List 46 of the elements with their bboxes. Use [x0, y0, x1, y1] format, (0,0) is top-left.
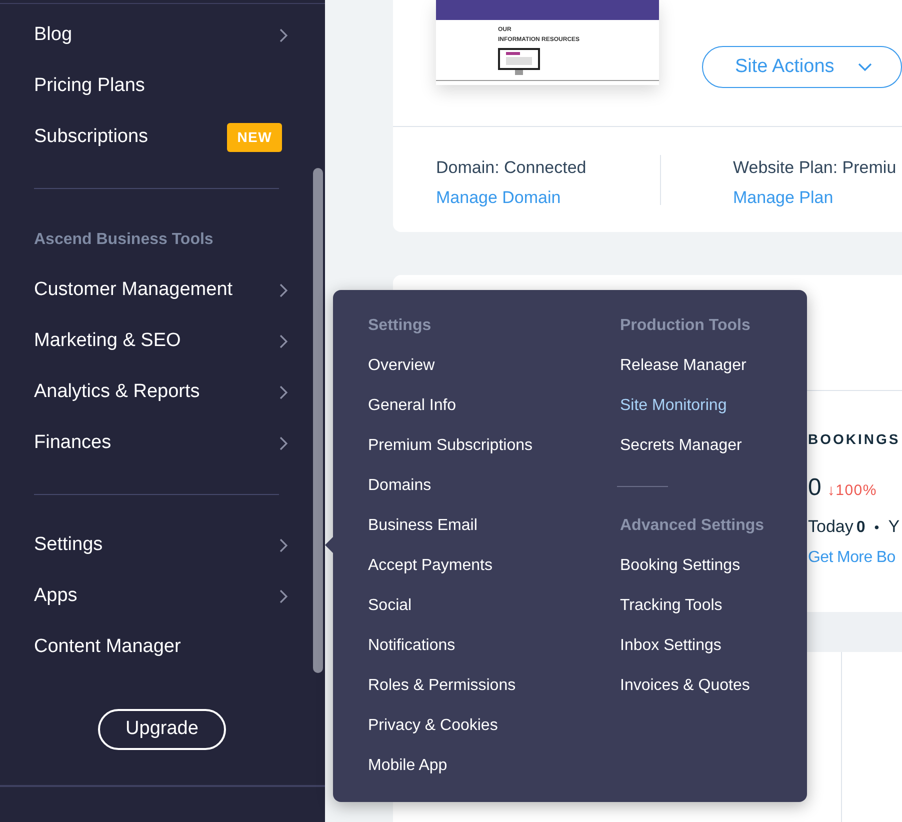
- menu-item[interactable]: Subscriptions: [34, 123, 148, 152]
- menu-item[interactable]: Roles & Permissions: [368, 674, 516, 698]
- menu-item[interactable]: Finances: [34, 429, 112, 458]
- menu-section-title: Production Tools: [620, 316, 750, 336]
- menu-item[interactable]: Privacy & Cookies: [368, 714, 498, 738]
- menu-item[interactable]: Marketing & SEO: [34, 327, 181, 356]
- menu-item[interactable]: Settings: [34, 531, 103, 560]
- monitor-icon: [498, 48, 540, 76]
- bookings-title: BOOKINGS: [808, 430, 902, 449]
- menu-item[interactable]: Inbox Settings: [620, 634, 722, 658]
- menu-item[interactable]: Domains: [368, 474, 432, 498]
- menu-item[interactable]: Pricing Plans: [34, 72, 145, 101]
- menu-item[interactable]: Analytics & Reports: [34, 378, 200, 407]
- new-badge: NEW: [227, 123, 282, 152]
- menu-item[interactable]: Release Manager: [620, 354, 746, 378]
- menu-item[interactable]: Site Monitoring: [620, 394, 727, 418]
- status-text: Website Plan: Premiu: [733, 157, 896, 179]
- menu-item[interactable]: Content Manager: [34, 633, 181, 662]
- section-title: Ascend Business Tools: [34, 230, 214, 250]
- menu-item[interactable]: Premium Subscriptions: [368, 434, 532, 458]
- menu-item[interactable]: Business Email: [368, 514, 478, 538]
- scrollbar-thumb[interactable]: [313, 168, 323, 673]
- chevron-down-icon: [858, 62, 872, 72]
- menu-item[interactable]: Tracking Tools: [620, 594, 722, 618]
- menu-item[interactable]: Secrets Manager: [620, 434, 742, 458]
- today-value: 0: [856, 518, 866, 538]
- menu-item[interactable]: Customer Management: [34, 276, 233, 305]
- menu-section-title: Advanced Settings: [620, 516, 764, 536]
- menu-item[interactable]: Mobile App: [368, 754, 448, 778]
- upgrade-button[interactable]: Upgrade: [98, 709, 226, 750]
- today-label: Today: [808, 516, 854, 538]
- menu-section-title: Settings: [368, 316, 432, 336]
- menu-item[interactable]: Overview: [368, 354, 435, 378]
- separator-dot: •: [874, 518, 880, 537]
- menu-item[interactable]: General Info: [368, 394, 456, 418]
- change-indicator: ↓100%: [827, 481, 877, 501]
- menu-item[interactable]: Social: [368, 594, 412, 618]
- menu-item[interactable]: Booking Settings: [620, 554, 740, 578]
- menu-item[interactable]: Accept Payments: [368, 554, 492, 578]
- menu-item[interactable]: Blog: [34, 21, 72, 50]
- menu-item[interactable]: Apps: [34, 582, 78, 611]
- status-text: Domain: Connected: [436, 157, 588, 179]
- period-label: Y: [888, 516, 900, 538]
- menu-item[interactable]: Notifications: [368, 634, 456, 658]
- bookings-value: 0: [808, 473, 822, 503]
- menu-item[interactable]: Invoices & Quotes: [620, 674, 750, 698]
